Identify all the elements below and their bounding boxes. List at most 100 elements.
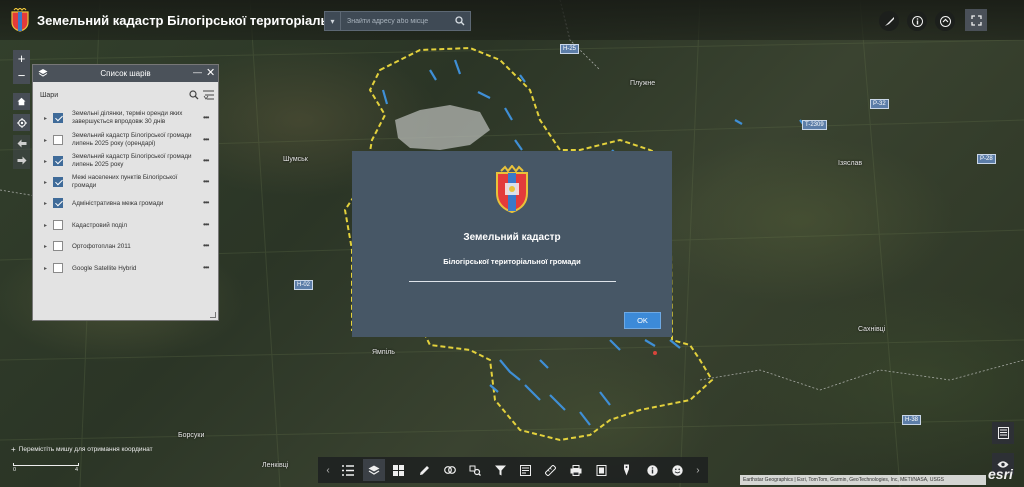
info-icon: [647, 464, 658, 476]
measurement-button[interactable]: [540, 459, 562, 481]
search-source-dropdown[interactable]: ▾: [325, 12, 341, 30]
scale-bar-end: 4: [75, 467, 79, 473]
expand-arrow-icon[interactable]: ▸: [44, 222, 47, 229]
filter-button[interactable]: [489, 459, 511, 481]
layer-item[interactable]: ▸ Земельний кадастр Білогірської громади…: [33, 151, 218, 173]
expand-arrow-icon[interactable]: ▸: [44, 137, 47, 144]
scale-bar-start: 0: [13, 467, 17, 473]
map-label: Плужне: [630, 80, 656, 87]
search-button[interactable]: [450, 12, 470, 30]
layer-item[interactable]: ▸ Адміністративна межа громади •••: [33, 193, 218, 215]
layer-checkbox[interactable]: [53, 220, 63, 230]
analysis-button[interactable]: [439, 459, 461, 481]
arrow-right-icon: [17, 156, 26, 165]
layer-checkbox[interactable]: [53, 198, 63, 208]
layer-item[interactable]: ▸ Google Satellite Hybrid •••: [33, 258, 218, 280]
layer-item[interactable]: ▸ Земельні ділянки, термін оренди яких з…: [33, 108, 218, 130]
more-options-icon[interactable]: •••: [203, 241, 209, 250]
scroll-right-button[interactable]: ›: [692, 459, 704, 481]
arrow-left-icon: [17, 139, 26, 148]
layer-checkbox[interactable]: [53, 177, 63, 187]
expand-arrow-icon[interactable]: ▸: [44, 158, 47, 165]
scroll-left-button[interactable]: ‹: [322, 459, 334, 481]
more-options-icon[interactable]: •••: [203, 156, 209, 165]
filter-options-icon[interactable]: [203, 90, 215, 100]
expand-arrow-icon[interactable]: ▸: [44, 115, 47, 122]
layer-list-button[interactable]: [362, 459, 385, 481]
print-icon: [570, 464, 582, 476]
print-button[interactable]: [565, 459, 587, 481]
layer-checkbox[interactable]: [53, 135, 63, 145]
community-emblem-icon: [496, 165, 528, 213]
more-options-icon[interactable]: •••: [203, 113, 209, 122]
query-icon: [469, 465, 481, 476]
basemap-gallery-button[interactable]: [388, 459, 410, 481]
map-label: Ленківці: [262, 462, 289, 469]
next-extent-button[interactable]: [13, 152, 30, 169]
road-badge: P-32: [870, 99, 889, 109]
expand-arrow-icon[interactable]: ▸: [44, 243, 47, 250]
attribute-table-button[interactable]: [992, 422, 1014, 444]
legend-button[interactable]: [337, 459, 359, 481]
layer-label: Адміністративна межа громади: [72, 200, 164, 207]
dialog-title: Земельний кадастр: [463, 232, 561, 243]
layer-item[interactable]: ▸ Межі населених пунктів Білогірської гр…: [33, 172, 218, 194]
layer-item[interactable]: ▸ Ортофотоплан 2011 •••: [33, 236, 218, 258]
expand-arrow-icon[interactable]: ▸: [44, 265, 47, 272]
previous-extent-button[interactable]: [13, 135, 30, 152]
layer-list-panel: Список шарів — ✕ Шари ▸ Земельні ділянки…: [32, 64, 219, 321]
chat-button[interactable]: [667, 459, 689, 481]
layer-item[interactable]: ▸ Земельний кадастр Білогірської громади…: [33, 130, 218, 152]
layer-checkbox[interactable]: [53, 113, 63, 123]
esri-logo: esri: [988, 466, 1013, 482]
coordinate-readout: + Перемістіть мишу для отримання координ…: [11, 445, 153, 454]
layer-checkbox[interactable]: [53, 241, 63, 251]
edit-button[interactable]: [515, 459, 537, 481]
layer-list-header[interactable]: Список шарів — ✕: [33, 65, 218, 82]
layer-checkbox[interactable]: [53, 156, 63, 166]
map-label: Шумськ: [283, 156, 308, 163]
ok-button[interactable]: OK: [624, 312, 661, 329]
search-input[interactable]: [341, 12, 450, 30]
zoom-in-button[interactable]: +: [13, 50, 30, 67]
search-icon[interactable]: [189, 90, 199, 100]
road-badge: H-02: [294, 280, 314, 290]
expand-arrow-icon[interactable]: ▸: [44, 200, 47, 207]
more-options-icon[interactable]: •••: [203, 135, 209, 144]
layer-item[interactable]: ▸ Кадастровий поділ •••: [33, 215, 218, 237]
minimize-icon[interactable]: —: [193, 67, 202, 77]
brush-button[interactable]: [879, 11, 899, 31]
fullscreen-button[interactable]: [965, 9, 987, 31]
search-box: ▾: [324, 11, 471, 31]
layers-icon: [368, 465, 380, 475]
resize-handle[interactable]: [210, 312, 216, 318]
scale-bar: 0 4: [13, 460, 79, 473]
home-button[interactable]: [13, 93, 30, 110]
expand-arrow-icon[interactable]: ▸: [44, 179, 47, 186]
more-options-icon[interactable]: •••: [203, 220, 209, 229]
coordinate-button[interactable]: [616, 459, 638, 481]
brush-icon: [884, 16, 894, 26]
edit-icon: [520, 464, 532, 476]
grid-icon: [393, 464, 405, 476]
share-icon: [939, 15, 951, 27]
locate-button[interactable]: [13, 114, 30, 131]
close-icon[interactable]: ✕: [206, 66, 215, 79]
info-button[interactable]: [907, 11, 927, 31]
road-badge: H-38: [902, 415, 922, 425]
query-button[interactable]: [464, 459, 486, 481]
bookmark-button[interactable]: [591, 459, 613, 481]
dialog-subtitle: Білогірської територіальної громади: [443, 257, 581, 266]
more-options-icon[interactable]: •••: [203, 198, 209, 207]
more-options-icon[interactable]: •••: [203, 263, 209, 272]
more-options-icon[interactable]: •••: [203, 177, 209, 186]
about-button[interactable]: [641, 459, 663, 481]
zoom-out-button[interactable]: −: [13, 67, 30, 84]
draw-button[interactable]: [413, 459, 435, 481]
layer-checkbox[interactable]: [53, 263, 63, 273]
road-badge: T-2309: [802, 120, 827, 130]
share-button[interactable]: [935, 11, 955, 31]
layer-label: Межі населених пунктів Білогірської гром…: [72, 174, 178, 189]
map-label: Борсуки: [178, 432, 205, 439]
community-emblem-icon: [11, 8, 29, 32]
